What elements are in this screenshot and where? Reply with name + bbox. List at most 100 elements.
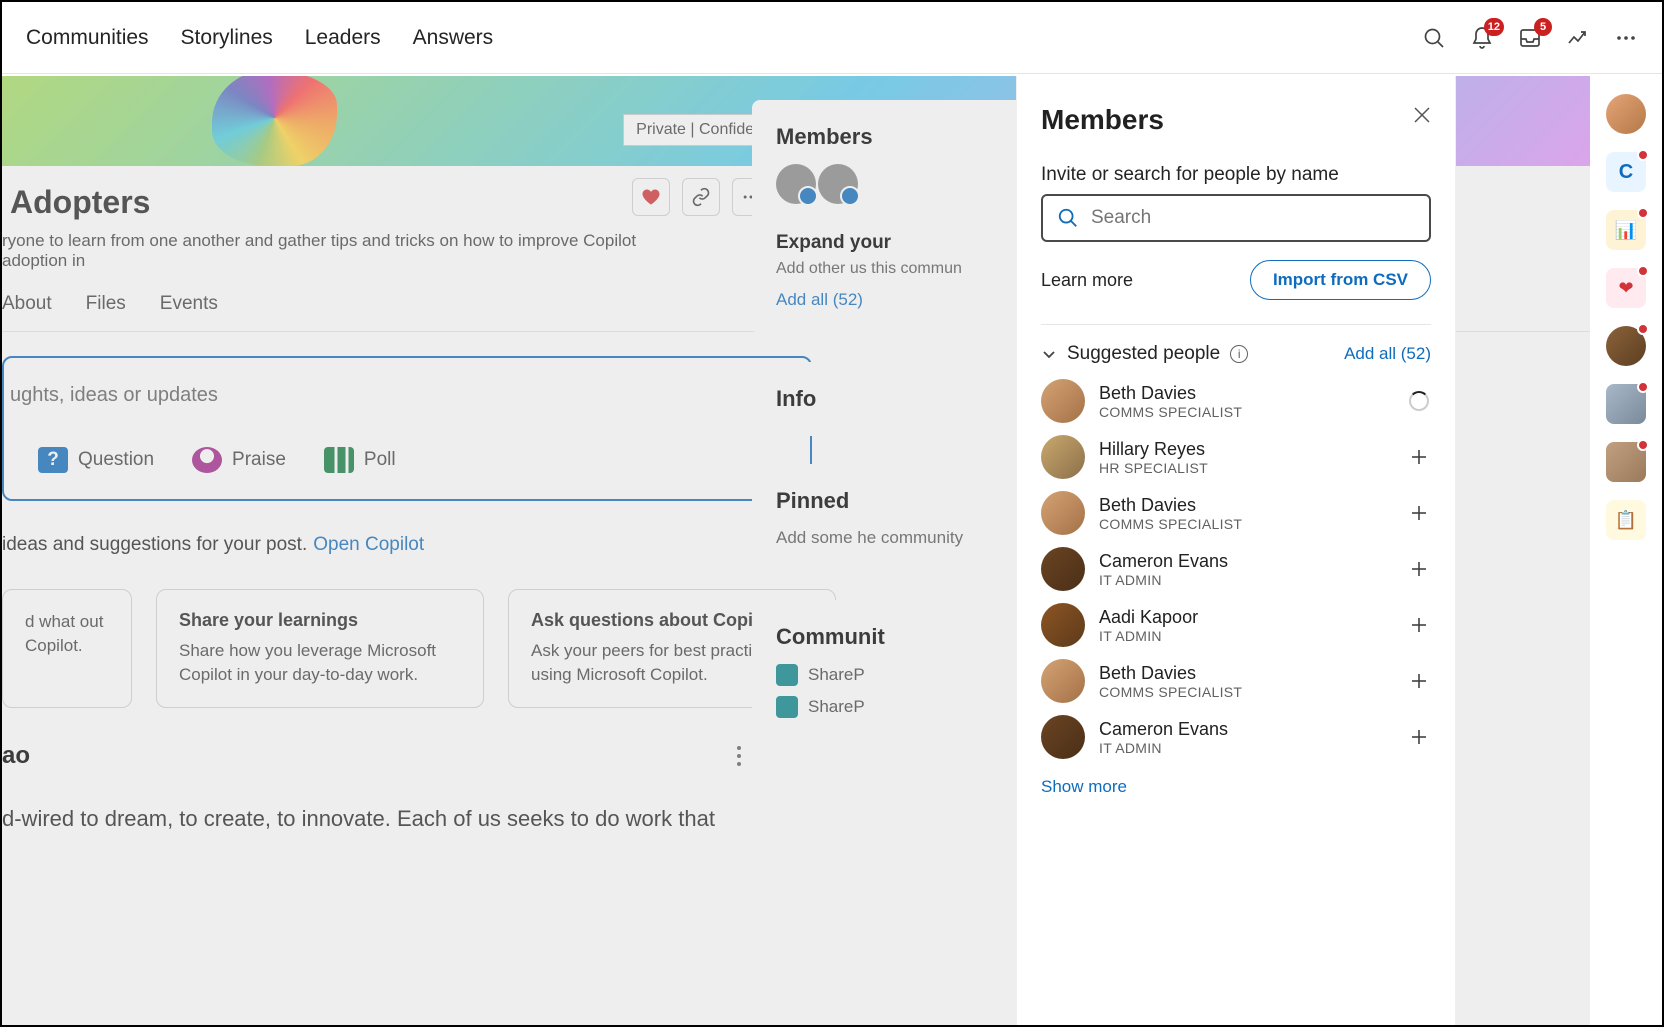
suggested-person: Cameron EvansIT ADMIN — [1041, 715, 1431, 759]
add-person-button[interactable] — [1407, 501, 1431, 525]
members-panel-title: Members — [1041, 104, 1431, 136]
top-nav-right: 12 5 — [1422, 26, 1638, 50]
chevron-down-icon — [1041, 346, 1057, 362]
poll-label: Poll — [364, 449, 396, 471]
sharepoint-icon — [776, 664, 798, 686]
divider — [1041, 324, 1431, 325]
tab-about[interactable]: About — [2, 293, 52, 315]
rail-dot — [1637, 265, 1649, 277]
kebab-icon — [736, 745, 742, 767]
card-0[interactable]: d what out Copilot. — [2, 589, 132, 708]
tab-events[interactable]: Events — [160, 293, 218, 315]
add-person-button[interactable] — [1407, 613, 1431, 637]
tab-leaders[interactable]: Leaders — [305, 18, 381, 58]
card-1-text: Share how you leverage Microsoft Copilot… — [179, 639, 461, 687]
person-avatar[interactable] — [1041, 435, 1085, 479]
copilot-text: ideas and suggestions for your post. — [2, 534, 307, 556]
member-search-box[interactable] — [1041, 194, 1431, 242]
person-role: COMMS SPECIALIST — [1099, 404, 1393, 420]
question-label: Question — [78, 449, 154, 471]
info-icon[interactable]: i — [1230, 345, 1248, 363]
learn-more-link[interactable]: Learn more — [1041, 270, 1133, 291]
search-icon[interactable] — [1422, 26, 1446, 50]
member-search-input[interactable] — [1091, 207, 1415, 229]
post-author: ao — [2, 742, 30, 770]
suggested-person: Hillary ReyesHR SPECIALIST — [1041, 435, 1431, 479]
show-more-link[interactable]: Show more — [1041, 777, 1431, 797]
tab-answers[interactable]: Answers — [413, 18, 494, 58]
loading-spinner-icon — [1409, 391, 1429, 411]
more-icon[interactable] — [1614, 26, 1638, 50]
add-person-button[interactable] — [1407, 669, 1431, 693]
analytics-icon[interactable] — [1566, 26, 1590, 50]
member-avatar[interactable] — [776, 164, 816, 204]
add-person-button[interactable] — [1407, 389, 1431, 413]
person-info: Beth DaviesCOMMS SPECIALIST — [1099, 495, 1393, 532]
person-name: Beth Davies — [1099, 383, 1393, 404]
import-csv-button[interactable]: Import from CSV — [1250, 260, 1431, 300]
card-0-text: d what out Copilot. — [25, 610, 109, 658]
rail-dot — [1637, 207, 1649, 219]
person-info: Beth DaviesCOMMS SPECIALIST — [1099, 663, 1393, 700]
composer-question[interactable]: ? Question — [38, 447, 154, 473]
person-role: COMMS SPECIALIST — [1099, 684, 1393, 700]
card-1[interactable]: Share your learnings Share how you lever… — [156, 589, 484, 708]
person-avatar[interactable] — [1041, 715, 1085, 759]
notifications-icon[interactable]: 12 — [1470, 26, 1494, 50]
tab-storylines[interactable]: Storylines — [181, 18, 273, 58]
suggested-person: Aadi KapoorIT ADMIN — [1041, 603, 1431, 647]
rail-heart-icon[interactable]: ❤ — [1606, 268, 1646, 308]
link-icon — [691, 187, 711, 207]
person-name: Aadi Kapoor — [1099, 607, 1393, 628]
composer-poll[interactable]: Poll — [324, 447, 396, 473]
person-avatar[interactable] — [1041, 491, 1085, 535]
person-name: Cameron Evans — [1099, 551, 1393, 572]
person-avatar[interactable] — [1041, 659, 1085, 703]
rail-presentation-icon[interactable]: 📊 — [1606, 210, 1646, 250]
person-role: COMMS SPECIALIST — [1099, 516, 1393, 532]
post-menu-button[interactable] — [736, 745, 742, 767]
open-copilot-link[interactable]: Open Copilot — [313, 534, 424, 556]
tab-communities[interactable]: Communities — [26, 18, 149, 58]
rail-notes-icon[interactable]: 📋 — [1606, 500, 1646, 540]
copilot-logo-icon — [212, 76, 337, 166]
add-all-button[interactable]: Add all (52) — [1344, 344, 1431, 364]
person-name: Hillary Reyes — [1099, 439, 1393, 460]
rail-community-icon[interactable]: C — [1606, 152, 1646, 192]
person-name: Beth Davies — [1099, 495, 1393, 516]
rail-group-avatar[interactable] — [1606, 442, 1646, 482]
add-person-button[interactable] — [1407, 445, 1431, 469]
add-person-button[interactable] — [1407, 557, 1431, 581]
plus-icon — [1411, 729, 1427, 745]
person-avatar[interactable] — [1041, 379, 1085, 423]
top-nav-tabs: Communities Storylines Leaders Answers — [26, 18, 493, 58]
person-avatar[interactable] — [1041, 603, 1085, 647]
composer-actions: ? Question Praise Poll — [4, 447, 810, 473]
sharepoint-icon — [776, 696, 798, 718]
right-rail: C 📊 ❤ 📋 — [1590, 76, 1662, 1025]
plus-icon — [1411, 617, 1427, 633]
close-button[interactable] — [1413, 106, 1431, 124]
rail-group-avatar[interactable] — [1606, 384, 1646, 424]
question-icon: ? — [38, 447, 68, 473]
composer-praise[interactable]: Praise — [192, 447, 286, 473]
favorite-button[interactable] — [632, 178, 670, 216]
rail-user-avatar[interactable] — [1606, 326, 1646, 366]
card-1-title: Share your learnings — [179, 610, 461, 631]
poll-icon — [324, 447, 354, 473]
person-info: Cameron EvansIT ADMIN — [1099, 551, 1393, 588]
tab-files[interactable]: Files — [86, 293, 126, 315]
person-info: Cameron EvansIT ADMIN — [1099, 719, 1393, 756]
copy-link-button[interactable] — [682, 178, 720, 216]
member-avatar[interactable] — [818, 164, 858, 204]
post-composer[interactable]: ughts, ideas or updates ? Question Prais… — [2, 356, 812, 501]
collapse-toggle[interactable] — [1041, 346, 1057, 362]
suggested-header: Suggested people i Add all (52) — [1041, 343, 1431, 365]
top-nav: Communities Storylines Leaders Answers 1… — [2, 2, 1662, 74]
rail-profile-avatar[interactable] — [1606, 94, 1646, 134]
inbox-icon[interactable]: 5 — [1518, 26, 1542, 50]
plus-icon — [1411, 449, 1427, 465]
person-avatar[interactable] — [1041, 547, 1085, 591]
add-person-button[interactable] — [1407, 725, 1431, 749]
plus-icon — [1411, 561, 1427, 577]
